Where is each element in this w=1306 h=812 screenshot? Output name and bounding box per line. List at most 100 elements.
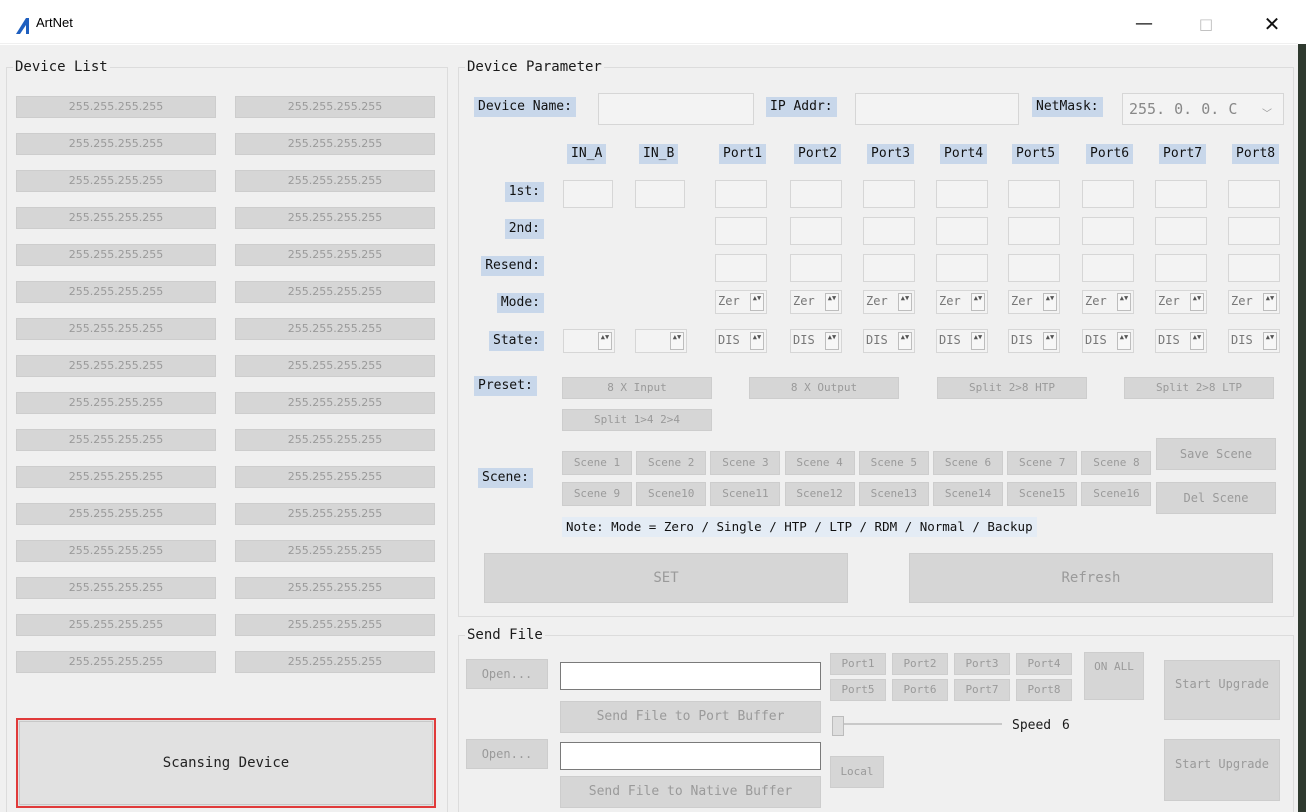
state-spinner[interactable]: DIS ▲▼ — [790, 329, 842, 353]
scene-button[interactable]: Scene 3 — [710, 451, 781, 475]
speed-slider-thumb[interactable] — [832, 716, 844, 736]
device-ip-button[interactable]: 255.255.255.255 — [235, 466, 435, 488]
scene-button[interactable]: Scene 6 — [933, 451, 1003, 475]
port-2nd-input[interactable] — [790, 217, 842, 245]
device-ip-button[interactable]: 255.255.255.255 — [16, 503, 216, 525]
send-port-button[interactable]: Port3 — [954, 653, 1010, 675]
send-port-button[interactable]: Port1 — [830, 653, 886, 675]
spinner-arrows-icon[interactable]: ▲▼ — [825, 293, 839, 311]
port-2nd-input[interactable] — [1008, 217, 1060, 245]
device-ip-button[interactable]: 255.255.255.255 — [16, 96, 216, 118]
device-ip-button[interactable]: 255.255.255.255 — [16, 614, 216, 636]
del-scene-button[interactable]: Del Scene — [1156, 482, 1276, 514]
scene-button[interactable]: Scene10 — [636, 482, 707, 506]
device-ip-button[interactable]: 255.255.255.255 — [16, 540, 216, 562]
mode-spinner[interactable]: Zer ▲▼ — [863, 290, 915, 314]
device-ip-button[interactable]: 255.255.255.255 — [16, 318, 216, 340]
port-resend-input[interactable] — [1155, 254, 1207, 282]
port-2nd-input[interactable] — [1082, 217, 1134, 245]
port-resend-input[interactable] — [1082, 254, 1134, 282]
file-path-input[interactable] — [560, 662, 821, 690]
state-spinner[interactable]: ▲▼ — [563, 329, 615, 353]
device-ip-button[interactable]: 255.255.255.255 — [235, 170, 435, 192]
spinner-arrows-icon[interactable]: ▲▼ — [670, 332, 684, 350]
device-ip-button[interactable]: 255.255.255.255 — [235, 614, 435, 636]
minimize-button[interactable]: — — [1122, 8, 1166, 40]
device-ip-button[interactable]: 255.255.255.255 — [16, 244, 216, 266]
device-ip-button[interactable]: 255.255.255.255 — [235, 651, 435, 673]
device-ip-button[interactable]: 255.255.255.255 — [235, 281, 435, 303]
mode-spinner[interactable]: Zer ▲▼ — [715, 290, 767, 314]
scan-device-button[interactable]: Scansing Device — [16, 718, 436, 808]
send-to-port-buffer-button[interactable]: Send File to Port Buffer — [560, 701, 821, 733]
port-2nd-input[interactable] — [1228, 217, 1280, 245]
port-1st-input[interactable] — [1008, 180, 1060, 208]
mode-spinner[interactable]: Zer ▲▼ — [1228, 290, 1280, 314]
device-ip-button[interactable]: 255.255.255.255 — [16, 577, 216, 599]
state-spinner[interactable]: DIS ▲▼ — [936, 329, 988, 353]
spinner-arrows-icon[interactable]: ▲▼ — [971, 293, 985, 311]
send-port-button[interactable]: Port2 — [892, 653, 948, 675]
spinner-arrows-icon[interactable]: ▲▼ — [898, 332, 912, 350]
send-port-button[interactable]: Port6 — [892, 679, 948, 701]
port-resend-input[interactable] — [1228, 254, 1280, 282]
mode-spinner[interactable]: Zer ▲▼ — [1008, 290, 1060, 314]
save-scene-button[interactable]: Save Scene — [1156, 438, 1276, 470]
local-button[interactable]: Local — [830, 756, 884, 788]
scene-button[interactable]: Scene15 — [1007, 482, 1078, 506]
port-2nd-input[interactable] — [936, 217, 988, 245]
spinner-arrows-icon[interactable]: ▲▼ — [1117, 332, 1131, 350]
spinner-arrows-icon[interactable]: ▲▼ — [750, 293, 764, 311]
port-1st-input[interactable] — [563, 180, 613, 208]
spinner-arrows-icon[interactable]: ▲▼ — [1043, 332, 1057, 350]
device-ip-button[interactable]: 255.255.255.255 — [235, 503, 435, 525]
send-port-button[interactable]: Port5 — [830, 679, 886, 701]
preset-button[interactable]: Split 2>8 LTP — [1124, 377, 1274, 399]
scene-button[interactable]: Scene 2 — [636, 451, 707, 475]
state-spinner[interactable]: ▲▼ — [635, 329, 687, 353]
open-file-button[interactable]: Open... — [466, 659, 548, 689]
port-resend-input[interactable] — [790, 254, 842, 282]
device-ip-button[interactable]: 255.255.255.255 — [235, 577, 435, 599]
port-1st-input[interactable] — [1228, 180, 1280, 208]
scene-button[interactable]: Scene 8 — [1081, 451, 1152, 475]
spinner-arrows-icon[interactable]: ▲▼ — [1263, 293, 1277, 311]
device-name-input[interactable] — [598, 93, 754, 125]
device-ip-button[interactable]: 255.255.255.255 — [235, 355, 435, 377]
send-port-button[interactable]: Port8 — [1016, 679, 1072, 701]
preset-button[interactable]: 8 X Input — [562, 377, 712, 399]
device-ip-button[interactable]: 255.255.255.255 — [16, 466, 216, 488]
spinner-arrows-icon[interactable]: ▲▼ — [825, 332, 839, 350]
send-port-button[interactable]: Port7 — [954, 679, 1010, 701]
port-2nd-input[interactable] — [1155, 217, 1207, 245]
spinner-arrows-icon[interactable]: ▲▼ — [598, 332, 612, 350]
send-to-native-buffer-button[interactable]: Send File to Native Buffer — [560, 776, 821, 808]
spinner-arrows-icon[interactable]: ▲▼ — [971, 332, 985, 350]
device-ip-button[interactable]: 255.255.255.255 — [16, 429, 216, 451]
scene-button[interactable]: Scene13 — [858, 482, 929, 506]
refresh-button[interactable]: Refresh — [909, 553, 1273, 603]
port-1st-input[interactable] — [936, 180, 988, 208]
port-1st-input[interactable] — [1155, 180, 1207, 208]
mode-spinner[interactable]: Zer ▲▼ — [790, 290, 842, 314]
port-2nd-input[interactable] — [715, 217, 767, 245]
preset-button[interactable]: Split 2>8 HTP — [937, 377, 1087, 399]
spinner-arrows-icon[interactable]: ▲▼ — [898, 293, 912, 311]
device-ip-button[interactable]: 255.255.255.255 — [16, 170, 216, 192]
device-ip-button[interactable]: 255.255.255.255 — [16, 392, 216, 414]
on-all-button[interactable]: ON ALL — [1084, 652, 1144, 700]
device-ip-button[interactable]: 255.255.255.255 — [235, 96, 435, 118]
device-ip-button[interactable]: 255.255.255.255 — [235, 392, 435, 414]
ip-addr-input[interactable] — [855, 93, 1019, 125]
scene-button[interactable]: Scene12 — [784, 482, 855, 506]
device-ip-button[interactable]: 255.255.255.255 — [16, 281, 216, 303]
netmask-field[interactable]: 255. 0. 0. C — [1122, 93, 1284, 125]
open-native-file-button[interactable]: Open... — [466, 739, 548, 769]
set-button[interactable]: SET — [484, 553, 848, 603]
device-ip-button[interactable]: 255.255.255.255 — [16, 651, 216, 673]
mode-spinner[interactable]: Zer ▲▼ — [1082, 290, 1134, 314]
send-port-button[interactable]: Port4 — [1016, 653, 1072, 675]
spinner-arrows-icon[interactable]: ▲▼ — [1043, 293, 1057, 311]
preset-button[interactable]: 8 X Output — [749, 377, 899, 399]
spinner-arrows-icon[interactable]: ▲▼ — [1117, 293, 1131, 311]
